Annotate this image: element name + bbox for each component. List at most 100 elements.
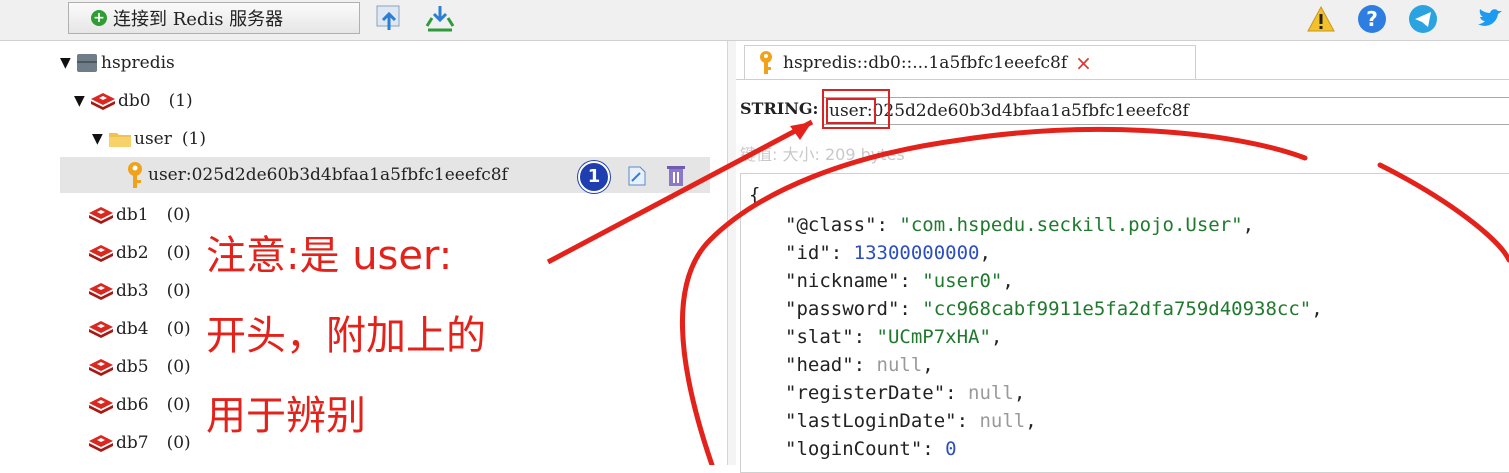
json-comma: , [1013, 382, 1026, 404]
tab-title: hspredis::db0::...1a5fbfc1eeefc8f [783, 52, 1068, 73]
json-line: "@class": "com.hspedu.seckill.pojo.User"… [785, 214, 1254, 236]
json-key: "id" [785, 242, 831, 264]
folder-label: user [134, 129, 172, 149]
json-colon: : [830, 242, 854, 264]
key-name-field[interactable]: user:025d2de60b3d4bfaa1a5fbfc1eeefc8f [822, 97, 1509, 125]
tree-item-db2[interactable]: db2 (0) [88, 235, 191, 271]
server-name: hspredis [101, 53, 175, 73]
json-line: "id": 13300000000, [785, 242, 991, 264]
import-icon[interactable] [373, 4, 405, 34]
json-colon: : [853, 354, 877, 376]
json-key: "password" [785, 298, 900, 320]
db-label: db7 [116, 433, 149, 453]
json-open-brace: { [749, 184, 761, 206]
annotation-note-line: 用于辨别 [206, 393, 366, 439]
json-value: null [968, 382, 1014, 404]
db-label: db6 [116, 395, 149, 415]
key-icon [128, 162, 142, 188]
json-comma: , [1311, 298, 1323, 320]
json-comma: , [1025, 410, 1037, 432]
json-line: "loginCount": 0 [785, 438, 957, 460]
redis-db-icon [89, 207, 113, 224]
json-comma: , [1242, 214, 1255, 236]
tree-item-db0[interactable]: ▼ db0 (1) [74, 83, 193, 119]
json-value: "user0" [922, 270, 1003, 292]
json-colon: : [945, 382, 969, 404]
annotation-note-line: 开头，附加上的 [206, 313, 486, 359]
expand-arrow-icon[interactable]: ▼ [92, 131, 106, 147]
db-key-count: (0) [166, 357, 191, 377]
redis-db-icon [89, 435, 113, 452]
tree-item-db7[interactable]: db7 (0) [88, 425, 191, 461]
key-name: user:025d2de60b3d4bfaa1a5fbfc1eeefc8f [148, 165, 508, 185]
json-key: "@class" [785, 214, 877, 236]
value-editor[interactable]: { "@class": "com.hspedu.seckill.pojo.Use… [740, 173, 1509, 473]
tree-item-selected-key[interactable]: user:025d2de60b3d4bfaa1a5fbfc1eeefc8f 1 [60, 157, 710, 193]
warning-icon[interactable] [1306, 4, 1336, 34]
json-colon: : [899, 270, 923, 292]
main-toolbar: + 连接到 Redis 服务器 ? [0, 0, 1509, 41]
json-value: 0 [945, 438, 957, 460]
json-comma: , [990, 326, 1003, 348]
close-icon[interactable]: × [1075, 51, 1092, 75]
delete-icon[interactable] [666, 163, 686, 187]
json-colon: : [922, 438, 946, 460]
connect-button-label: 连接到 Redis 服务器 [113, 9, 284, 30]
json-value: 13300000000 [853, 242, 980, 264]
folder-icon [109, 133, 131, 147]
telegram-icon[interactable] [1408, 4, 1438, 34]
folder-key-count: (1) [181, 129, 206, 149]
json-key: "lastLoginDate" [785, 410, 957, 432]
key-name-rest: 025d2de60b3d4bfaa1a5fbfc1eeefc8f [872, 101, 1189, 121]
tab-divider [736, 79, 1509, 80]
connect-to-redis-button[interactable]: + 连接到 Redis 服务器 [68, 2, 360, 34]
redis-db-icon [91, 93, 115, 110]
db-label: db5 [116, 357, 149, 377]
json-colon: : [876, 214, 900, 236]
redis-db-icon [89, 359, 113, 376]
tree-item-folder-user[interactable]: ▼ user (1) [92, 121, 206, 157]
value-size-info: 键值: 大小: 209 bytes [740, 145, 905, 164]
redis-db-icon [89, 283, 113, 300]
tree-item-db1[interactable]: db1 (0) [88, 197, 191, 233]
tab-key-view[interactable]: hspredis::db0::...1a5fbfc1eeefc8f × [744, 45, 1196, 79]
json-value: "com.hspedu.seckill.pojo.User" [899, 214, 1243, 236]
redis-db-icon [89, 397, 113, 414]
db-label: db4 [116, 319, 149, 339]
tree-item-db6[interactable]: db6 (0) [88, 387, 191, 423]
db-label: db1 [116, 205, 149, 225]
db-key-count: (0) [166, 395, 191, 415]
db-label: db0 [118, 91, 151, 111]
key-prefix-highlight: user: [826, 98, 876, 124]
json-line: "lastLoginDate": null, [785, 410, 1037, 432]
json-value: null [876, 354, 923, 376]
json-key: "head" [785, 354, 854, 376]
server-icon [77, 54, 97, 72]
key-view-panel: hspredis::db0::...1a5fbfc1eeefc8f × STRI… [736, 41, 1509, 473]
help-icon[interactable]: ? [1357, 4, 1387, 34]
db-key-count: (0) [166, 319, 191, 339]
json-key: "nickname" [785, 270, 900, 292]
export-icon[interactable] [424, 4, 456, 34]
tree-item-db4[interactable]: db4 (0) [88, 311, 191, 347]
db-key-count: (0) [166, 243, 191, 263]
json-key: "registerDate" [785, 382, 946, 404]
expand-arrow-icon[interactable]: ▼ [60, 55, 74, 71]
tree-item-db3[interactable]: db3 (0) [88, 273, 191, 309]
json-colon: : [956, 410, 980, 432]
rename-icon[interactable] [626, 165, 648, 187]
db-label: db2 [116, 243, 149, 263]
tree-item-db5[interactable]: db5 (0) [88, 349, 191, 385]
json-key: "loginCount" [785, 438, 923, 460]
json-value: "UCmP7xHA" [876, 326, 991, 348]
json-colon: : [899, 298, 923, 320]
step-badge: 1 [578, 161, 610, 193]
json-line: "slat": "UCmP7xHA", [785, 326, 1002, 348]
json-line: "nickname": "user0", [785, 270, 1014, 292]
twitter-icon[interactable] [1474, 4, 1504, 34]
redis-db-icon [89, 245, 113, 262]
json-key: "slat" [785, 326, 854, 348]
json-comma: , [922, 354, 934, 376]
server-node[interactable]: ▼ hspredis [60, 45, 175, 81]
expand-arrow-icon[interactable]: ▼ [74, 93, 88, 109]
